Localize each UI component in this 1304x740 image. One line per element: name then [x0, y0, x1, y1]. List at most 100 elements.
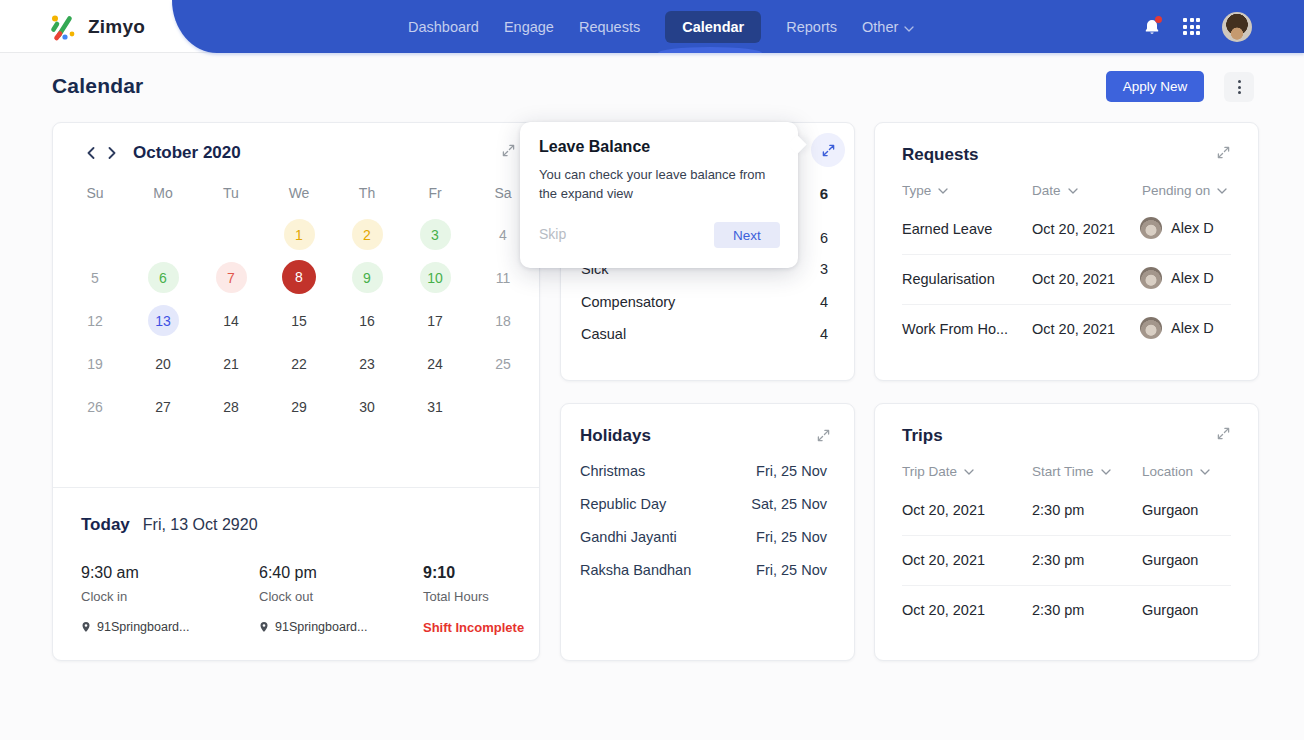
- calendar-day-19[interactable]: 19: [80, 348, 111, 379]
- calendar-day-17[interactable]: 17: [420, 305, 451, 336]
- clock-in-block: 9:30 am Clock in 91Springboard...: [81, 564, 251, 634]
- request-pending-on: Alex D: [1140, 217, 1214, 239]
- holiday-date: Sat, 25 Nov: [751, 496, 827, 512]
- request-type: Earned Leave: [902, 221, 992, 237]
- nav-items: Dashboard Engage Requests Calendar Reports Ot…: [408, 0, 914, 53]
- request-pending-on: Alex D: [1140, 317, 1214, 339]
- holidays-title: Holidays: [580, 426, 651, 446]
- calendar-day-25[interactable]: 25: [488, 348, 519, 379]
- column-header-pending-on[interactable]: Pending on: [1142, 183, 1227, 198]
- divider: [902, 535, 1231, 536]
- calendar-day-30[interactable]: 30: [352, 391, 383, 422]
- holiday-row: Republic DaySat, 25 Nov: [580, 496, 827, 512]
- trip-start-time: 2:30 pm: [1032, 502, 1084, 518]
- holiday-name: Christmas: [580, 463, 645, 479]
- apply-new-button[interactable]: Apply New: [1106, 71, 1204, 102]
- calendar-day-9[interactable]: 9: [352, 262, 383, 293]
- calendar-day-11[interactable]: 11: [488, 262, 519, 293]
- calendar-day-8[interactable]: 8: [282, 260, 316, 294]
- next-month-button[interactable]: [104, 144, 120, 162]
- holiday-row: ChristmasFri, 25 Nov: [580, 463, 827, 479]
- calendar-day-1[interactable]: 1: [284, 219, 315, 250]
- calendar-day-2[interactable]: 2: [352, 219, 383, 250]
- calendar-day-10[interactable]: 10: [420, 262, 451, 293]
- location-pin-icon: [259, 621, 269, 633]
- avatar: [1140, 217, 1162, 239]
- trips-expand-icon[interactable]: [1217, 426, 1230, 444]
- clock-out-label: Clock out: [259, 589, 429, 604]
- nav-item-requests[interactable]: Requests: [579, 19, 640, 35]
- nav-item-dashboard[interactable]: Dashboard: [408, 19, 479, 35]
- holiday-row: Gandhi JayantiFri, 25 Nov: [580, 529, 827, 545]
- requests-expand-icon[interactable]: [1217, 145, 1230, 163]
- column-header-location[interactable]: Location: [1142, 464, 1210, 479]
- today-label: Today: [81, 515, 130, 535]
- nav-item-reports[interactable]: Reports: [786, 19, 837, 35]
- calendar-day-21[interactable]: 21: [216, 348, 247, 379]
- column-header-date[interactable]: Date: [1032, 183, 1078, 198]
- calendar-day-28[interactable]: 28: [216, 391, 247, 422]
- calendar-header: October 2020: [83, 143, 241, 163]
- calendar-day-24[interactable]: 24: [420, 348, 451, 379]
- chevron-down-icon: [904, 19, 914, 35]
- trip-location: Gurgaon: [1142, 552, 1198, 568]
- calendar-day-12[interactable]: 12: [80, 305, 111, 336]
- leave-balance-expand-icon[interactable]: [811, 133, 845, 167]
- nav-item-calendar[interactable]: Calendar: [665, 11, 761, 43]
- location-pin-icon: [81, 621, 91, 633]
- calendar-day-26[interactable]: 26: [80, 391, 111, 422]
- calendar-day-7[interactable]: 7: [216, 262, 247, 293]
- calendar-day-29[interactable]: 29: [284, 391, 315, 422]
- notifications-bell-icon[interactable]: [1143, 18, 1161, 36]
- calendar-day-13[interactable]: 13: [148, 305, 179, 336]
- calendar-week: 26 27 28 29 30 31: [61, 391, 537, 422]
- holidays-card: Holidays ChristmasFri, 25 Nov Republic Da…: [560, 403, 855, 661]
- user-avatar[interactable]: [1222, 12, 1252, 42]
- calendar-expand-icon[interactable]: [502, 143, 515, 161]
- navbar-actions: [1143, 0, 1252, 53]
- apps-grid-icon[interactable]: [1183, 18, 1200, 35]
- column-header-trip-date[interactable]: Trip Date: [902, 464, 974, 479]
- request-date: Oct 20, 2021: [1032, 221, 1115, 237]
- calendar-day-5[interactable]: 5: [80, 262, 111, 293]
- nav-item-engage[interactable]: Engage: [504, 19, 554, 35]
- holidays-expand-icon[interactable]: [817, 428, 830, 446]
- brand[interactable]: Zimyo: [48, 0, 145, 53]
- calendar-day-20[interactable]: 20: [148, 348, 179, 379]
- request-type: Regularisation: [902, 271, 995, 287]
- column-header-start-time[interactable]: Start Time: [1032, 464, 1111, 479]
- day-header: Su: [86, 185, 103, 201]
- tour-popover: Leave Balance You can check your leave b…: [520, 122, 798, 268]
- today-date: Fri, 13 Oct 2920: [143, 516, 258, 534]
- calendar-day-4[interactable]: 4: [488, 219, 519, 250]
- clock-in-time: 9:30 am: [81, 564, 251, 582]
- calendar-day-27[interactable]: 27: [148, 391, 179, 422]
- holiday-name: Gandhi Jayanti: [580, 529, 677, 545]
- column-header-type[interactable]: Type: [902, 183, 948, 198]
- calendar-day-23[interactable]: 23: [352, 348, 383, 379]
- popover-body: You can check your leave balance from th…: [539, 166, 781, 204]
- notification-dot: [1155, 16, 1162, 23]
- brand-name: Zimyo: [88, 16, 145, 38]
- calendar-day-16[interactable]: 16: [352, 305, 383, 336]
- prev-month-button[interactable]: [83, 144, 99, 162]
- calendar-day-18[interactable]: 18: [488, 305, 519, 336]
- calendar-day-22[interactable]: 22: [284, 348, 315, 379]
- calendar-day-15[interactable]: 15: [284, 305, 315, 336]
- calendar-day-6[interactable]: 6: [148, 262, 179, 293]
- approver-name: Alex D: [1171, 270, 1214, 286]
- nav-item-other[interactable]: Other: [862, 19, 914, 35]
- popover-next-button[interactable]: Next: [714, 222, 780, 248]
- page: Zimyo Dashboard Engage Requests Calendar Rep…: [0, 0, 1304, 740]
- kebab-menu-button[interactable]: [1224, 72, 1254, 102]
- clock-out-time: 6:40 pm: [259, 564, 429, 582]
- calendar-day-3[interactable]: 3: [420, 219, 451, 250]
- calendar-day-31[interactable]: 31: [420, 391, 451, 422]
- clock-in-location: 91Springboard...: [81, 620, 251, 634]
- calendar-week: 1 2 3 4: [61, 219, 537, 250]
- popover-skip-button[interactable]: Skip: [539, 226, 566, 242]
- day-header: We: [289, 185, 310, 201]
- leave-balance-value: 4: [820, 294, 828, 310]
- calendar-day-14[interactable]: 14: [216, 305, 247, 336]
- request-date: Oct 20, 2021: [1032, 271, 1115, 287]
